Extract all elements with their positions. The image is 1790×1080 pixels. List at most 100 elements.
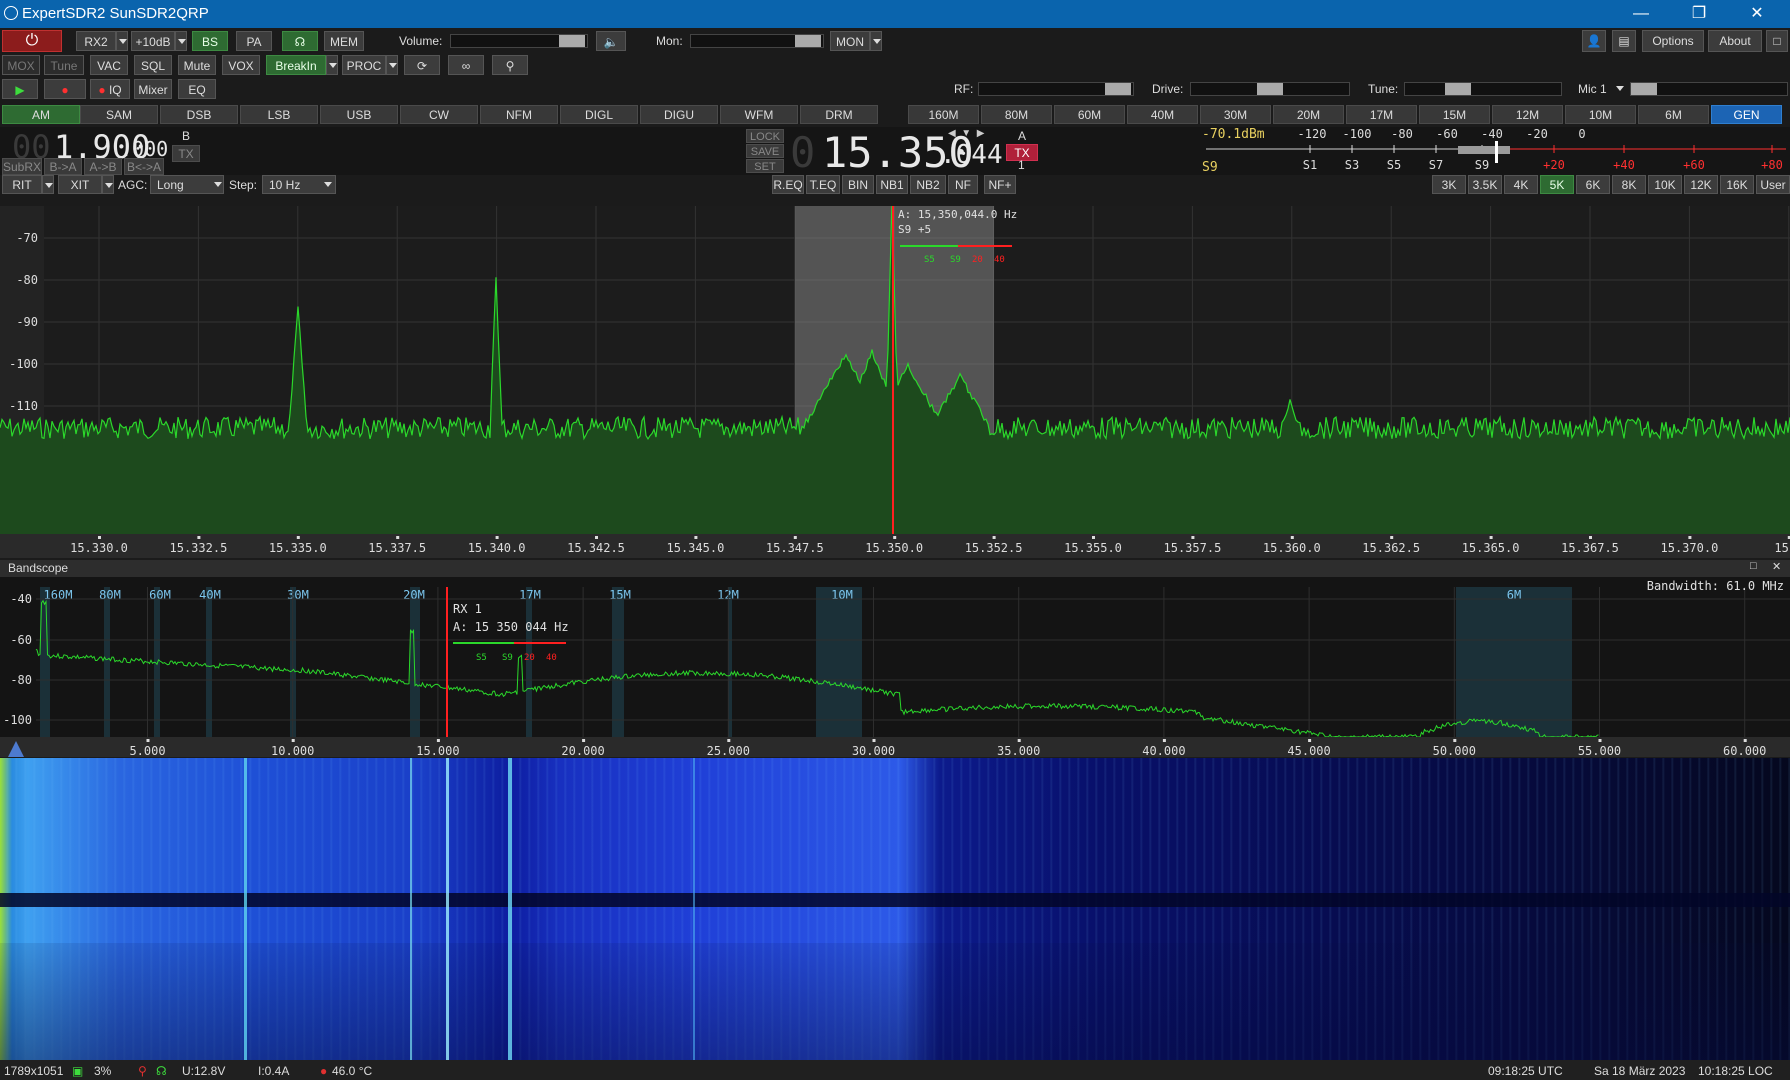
band-6m-button[interactable]: 6M	[1638, 105, 1709, 124]
mic-source-dropdown-arrow[interactable]	[1614, 79, 1626, 99]
mon-dropdown-arrow[interactable]	[870, 31, 882, 51]
volume-slider[interactable]	[450, 34, 588, 48]
minimize-button[interactable]: —	[1612, 0, 1670, 28]
arrow-left-icon[interactable]: ◀	[948, 128, 956, 139]
rf-slider[interactable]	[978, 82, 1134, 96]
filter-teq-button[interactable]: T.EQ	[806, 175, 840, 194]
b-to-a-button[interactable]: B->A	[44, 158, 82, 175]
record-button[interactable]: ●	[44, 79, 86, 99]
filter-nb1-button[interactable]: NB1	[876, 175, 908, 194]
mox-button[interactable]: MOX	[2, 55, 40, 75]
monitor-knob[interactable]	[795, 35, 821, 47]
headphones-button[interactable]: ☊	[282, 31, 318, 51]
proc-dropdown-arrow[interactable]	[386, 55, 398, 75]
mode-am-button[interactable]: AM	[2, 105, 80, 124]
bandwidth-user-button[interactable]: User	[1756, 175, 1790, 194]
bandwidth-5k-button[interactable]: 5K	[1540, 175, 1574, 194]
arrow-right-icon[interactable]: ▶	[977, 128, 985, 139]
band-60m-button[interactable]: 60M	[1054, 105, 1125, 124]
set-button[interactable]: SET	[746, 159, 784, 173]
sync-button[interactable]: ⟳	[404, 55, 440, 75]
band-gen-button[interactable]: GEN	[1711, 105, 1782, 124]
iq-button[interactable]: ● IQ	[90, 79, 130, 99]
waterfall[interactable]	[0, 758, 1790, 1060]
bandscope-rx-marker[interactable]	[446, 587, 448, 747]
undock-icon[interactable]: □	[1750, 560, 1757, 572]
undock-button[interactable]: □	[1766, 30, 1788, 52]
close-icon[interactable]: ✕	[1772, 560, 1781, 573]
band-80m-button[interactable]: 80M	[981, 105, 1052, 124]
power-button[interactable]: ⏻	[2, 30, 62, 52]
vfo-marker-line[interactable]	[892, 206, 894, 534]
bandwidth-8k-button[interactable]: 8K	[1612, 175, 1646, 194]
device-button[interactable]: ▤	[1612, 30, 1636, 52]
bandwidth-10k-button[interactable]: 10K	[1648, 175, 1682, 194]
mode-sam-button[interactable]: SAM	[80, 105, 158, 124]
bs-button[interactable]: BS	[192, 31, 228, 51]
breakin-button[interactable]: BreakIn	[266, 55, 326, 75]
rit-button[interactable]: RIT	[2, 175, 42, 194]
rx-dropdown-arrow[interactable]	[116, 31, 128, 51]
bandscope[interactable]: 160M 80M 60M 40M 30M 20M 17M 15M 12M 10M 6M -40-60…	[0, 577, 1790, 757]
about-button[interactable]: About	[1708, 30, 1762, 52]
record-tape-button[interactable]: ∞	[448, 55, 484, 75]
filter-bin-button[interactable]: BIN	[842, 175, 874, 194]
mic-knob[interactable]	[1631, 83, 1657, 95]
rx-select-button[interactable]: RX2	[76, 31, 116, 51]
bandwidth-4k-button[interactable]: 4K	[1504, 175, 1538, 194]
mem-button[interactable]: MEM	[324, 31, 364, 51]
mode-nfm-button[interactable]: NFM	[480, 105, 558, 124]
preamp-dropdown-arrow[interactable]	[175, 31, 187, 51]
lock-button[interactable]: LOCK	[746, 129, 784, 143]
band-12m-button[interactable]: 12M	[1492, 105, 1563, 124]
tune-knob[interactable]	[1445, 83, 1471, 95]
filter-nb2-button[interactable]: NB2	[910, 175, 946, 194]
band-20m-button[interactable]: 20M	[1273, 105, 1344, 124]
panadapter[interactable]: -70-80-90-100-110-120-130 A: 15,350,044.…	[0, 206, 1790, 558]
monitor-slider[interactable]	[690, 34, 824, 48]
mode-dsb-button[interactable]: DSB	[160, 105, 238, 124]
options-button[interactable]: Options	[1642, 30, 1704, 52]
eq-button[interactable]: EQ	[178, 79, 216, 99]
band-30m-button[interactable]: 30M	[1200, 105, 1271, 124]
sql-button[interactable]: SQL	[134, 55, 172, 75]
mode-lsb-button[interactable]: LSB	[240, 105, 318, 124]
swap-vfo-button[interactable]: B<->A	[124, 158, 164, 175]
bandwidth-6k-button[interactable]: 6K	[1576, 175, 1610, 194]
mic-button[interactable]: ⚲	[492, 55, 528, 75]
tune-button[interactable]: Tune	[44, 55, 84, 75]
vac-button[interactable]: VAC	[90, 55, 128, 75]
vfo-a-frequency-hz[interactable]: .044	[940, 140, 1003, 170]
vfo-b-tx-button[interactable]: TX	[172, 145, 200, 162]
bandwidth-3-5k-button[interactable]: 3.5K	[1468, 175, 1502, 194]
rf-knob[interactable]	[1105, 83, 1131, 95]
restore-button[interactable]: ❐	[1670, 0, 1728, 28]
subrx-button[interactable]: SubRX	[2, 158, 42, 175]
mode-digu-button[interactable]: DIGU	[640, 105, 718, 124]
band-160m-button[interactable]: 160M	[908, 105, 979, 124]
filter-nf-button[interactable]: NF	[948, 175, 978, 194]
speaker-button[interactable]: 🔈	[596, 31, 626, 51]
volume-knob[interactable]	[559, 35, 585, 47]
mute-button[interactable]: Mute	[178, 55, 216, 75]
band-15m-button[interactable]: 15M	[1419, 105, 1490, 124]
vox-button[interactable]: VOX	[222, 55, 260, 75]
xit-button[interactable]: XIT	[58, 175, 102, 194]
breakin-dropdown-arrow[interactable]	[326, 55, 338, 75]
save-button[interactable]: SAVE	[746, 144, 784, 158]
rit-dropdown-arrow[interactable]	[42, 175, 54, 194]
tuning-arrows[interactable]: ◀ ▼ ▶	[948, 128, 984, 139]
band-10m-button[interactable]: 10M	[1565, 105, 1636, 124]
preamp-button[interactable]: +10dB	[131, 31, 175, 51]
filter-nf-button[interactable]: NF+	[984, 175, 1016, 194]
bandwidth-3k-button[interactable]: 3K	[1432, 175, 1466, 194]
play-button[interactable]: ▶	[2, 79, 38, 99]
bandwidth-16k-button[interactable]: 16K	[1720, 175, 1754, 194]
xit-dropdown-arrow[interactable]	[102, 175, 114, 194]
close-button[interactable]: ✕	[1728, 0, 1786, 28]
band-17m-button[interactable]: 17M	[1346, 105, 1417, 124]
mixer-button[interactable]: Mixer	[134, 79, 172, 99]
step-dropdown-arrow[interactable]	[322, 175, 334, 194]
mode-wfm-button[interactable]: WFM	[720, 105, 798, 124]
mon-button[interactable]: MON	[830, 31, 870, 51]
